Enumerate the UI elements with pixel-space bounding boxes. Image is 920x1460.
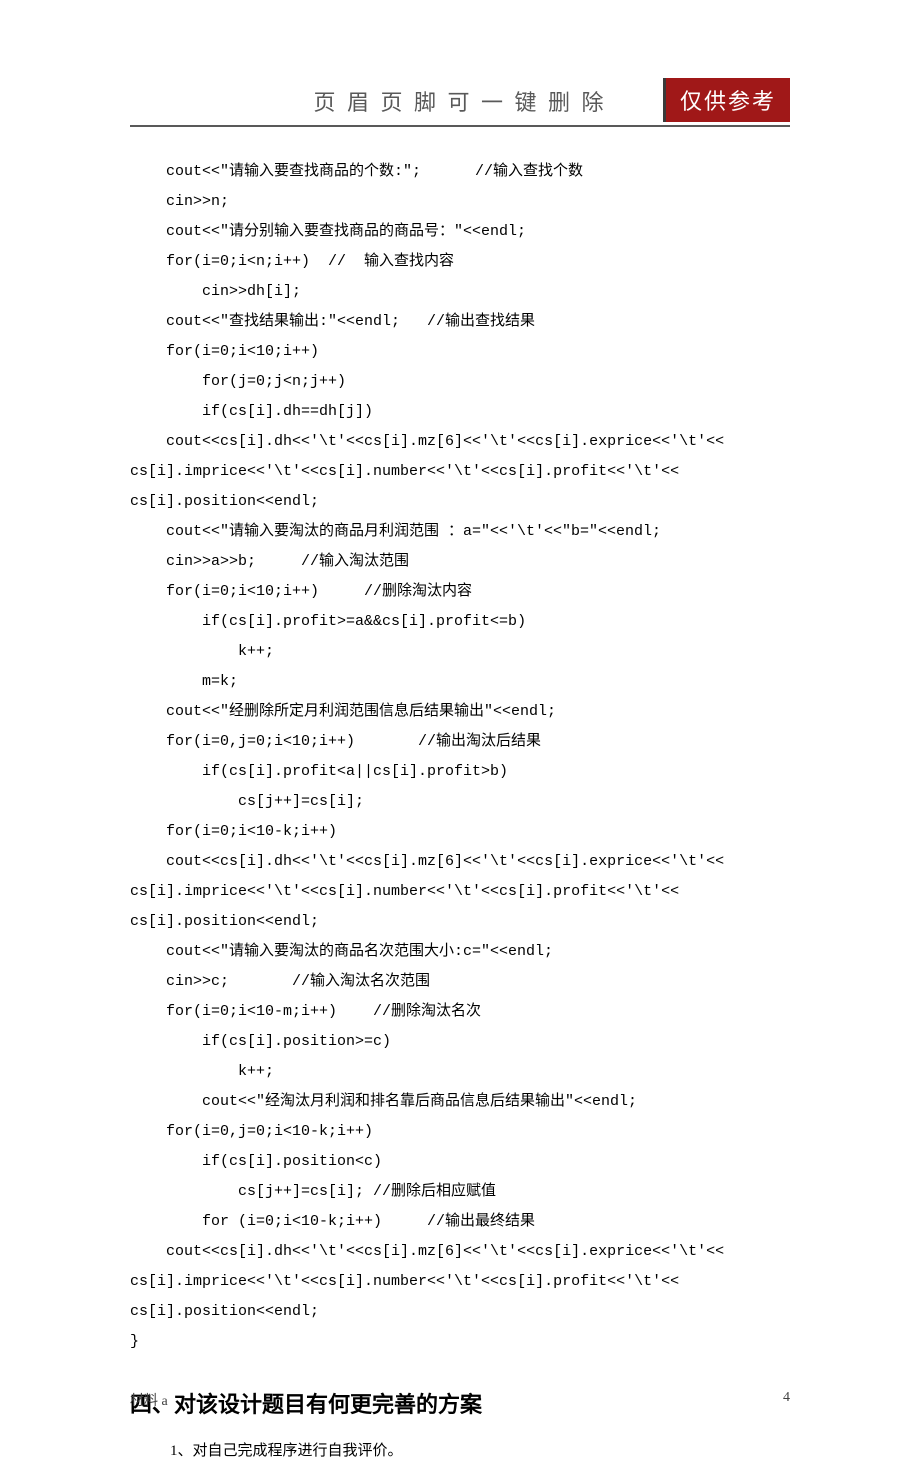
page-header: 页 眉 页 脚 可 一 键 删 除 仅供参考 xyxy=(130,0,790,137)
reference-badge: 仅供参考 xyxy=(663,78,790,122)
section-subtext-1: 1、对自己完成程序进行自我评价。 xyxy=(170,1439,790,1460)
footer-left: 材料 a xyxy=(130,1390,168,1410)
page-footer: 材料 a 4 xyxy=(130,1390,790,1410)
code-block: cout<<"请输入要查找商品的个数:"; //输入查找个数 cin>>n; c… xyxy=(130,157,790,1357)
header-divider xyxy=(130,125,790,127)
footer-page-number: 4 xyxy=(783,1390,790,1410)
